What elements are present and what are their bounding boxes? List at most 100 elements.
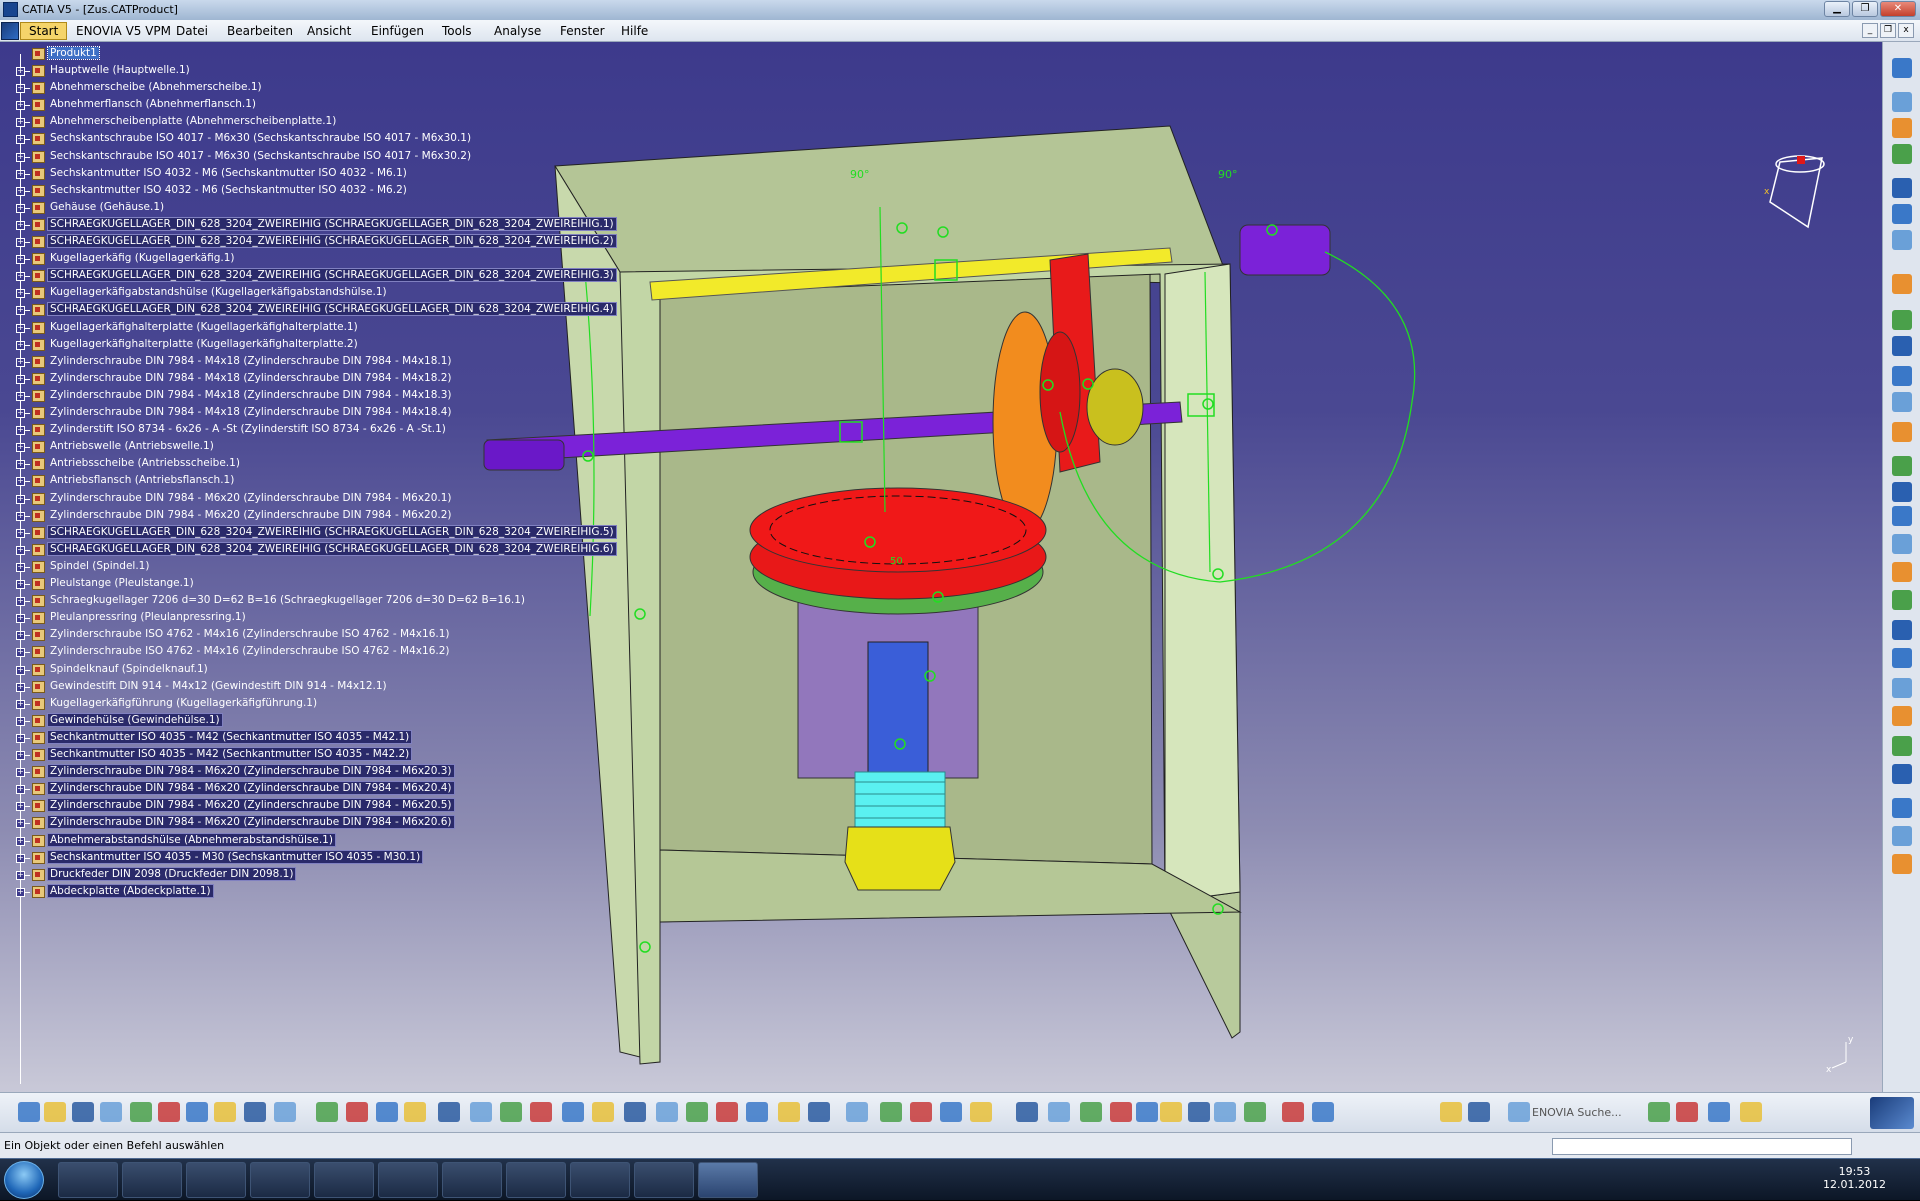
tool-icon[interactable] (1892, 310, 1912, 330)
expand-icon[interactable]: + (16, 67, 25, 76)
title-bar[interactable]: CATIA V5 - [Zus.CATProduct] ▁ ❐ ✕ (0, 0, 1920, 20)
tool-icon[interactable] (1892, 118, 1912, 138)
taskbar-app-10[interactable] (634, 1162, 694, 1198)
toolbar-icon[interactable] (1016, 1102, 1038, 1122)
expand-icon[interactable]: + (16, 152, 25, 162)
toolbar-icon[interactable] (1676, 1102, 1698, 1122)
toolbar-icon[interactable] (562, 1102, 584, 1122)
doc-close-button[interactable]: x (1898, 23, 1914, 38)
tool-icon[interactable] (1892, 58, 1912, 78)
toolbar-icon[interactable] (1214, 1102, 1236, 1122)
taskbar-app-8[interactable] (506, 1162, 566, 1198)
taskbar-app-7[interactable] (442, 1162, 502, 1198)
toolbar-icon[interactable] (130, 1102, 152, 1122)
expand-icon[interactable]: + (16, 84, 25, 94)
expand-icon[interactable]: + (16, 238, 25, 247)
tool-icon[interactable] (1892, 482, 1912, 502)
toolbar-icon[interactable] (100, 1102, 122, 1122)
expand-icon[interactable]: + (16, 220, 25, 230)
doc-minimize-button[interactable]: _ (1862, 23, 1878, 38)
toolbar-icon[interactable] (1708, 1102, 1730, 1122)
toolbar-icon[interactable] (316, 1102, 338, 1122)
toolbar-icon[interactable] (1312, 1102, 1334, 1122)
compass-widget[interactable]: x (1764, 155, 1825, 229)
toolbar-icon[interactable] (346, 1102, 368, 1122)
toolbar-icon[interactable] (44, 1102, 66, 1122)
expand-icon[interactable]: + (16, 443, 25, 453)
minimize-button[interactable]: ▁ (1824, 1, 1850, 17)
taskbar-app-6[interactable] (378, 1162, 438, 1198)
tool-icon[interactable] (1892, 392, 1912, 412)
tool-icon[interactable] (1892, 534, 1912, 554)
menu-start[interactable]: Start (20, 22, 68, 40)
toolbar-icon[interactable] (778, 1102, 800, 1122)
taskbar-app-4[interactable] (250, 1162, 310, 1198)
toolbar-icon[interactable] (970, 1102, 992, 1122)
toolbar-icon[interactable] (1188, 1102, 1210, 1122)
taskbar-explorer[interactable] (122, 1162, 182, 1198)
expand-icon[interactable]: + (16, 255, 25, 265)
toolbar-icon[interactable] (624, 1102, 646, 1122)
expand-icon[interactable]: + (16, 751, 25, 760)
catia-app-icon[interactable] (3, 2, 18, 17)
toolbar-icon[interactable] (404, 1102, 426, 1122)
taskbar-media[interactable] (186, 1162, 246, 1198)
enovia-search-label[interactable]: ENOVIA Suche... (1532, 1106, 1622, 1119)
expand-icon[interactable]: + (16, 785, 25, 795)
tool-icon[interactable] (1892, 764, 1912, 784)
toolbar-icon[interactable] (376, 1102, 398, 1122)
menu-analyse[interactable]: Analyse (494, 24, 541, 38)
menu-bearbeiten[interactable]: Bearbeiten (227, 24, 293, 38)
toolbar-icon[interactable] (1136, 1102, 1158, 1122)
toolbar-icon[interactable] (940, 1102, 962, 1122)
expand-icon[interactable]: + (16, 853, 25, 863)
angle-label-2[interactable]: 90° (1218, 168, 1238, 181)
toolbar-icon[interactable] (1160, 1102, 1182, 1122)
toolbar-icon[interactable] (592, 1102, 614, 1122)
toolbar-icon[interactable] (500, 1102, 522, 1122)
expand-icon[interactable]: + (16, 887, 25, 897)
expand-icon[interactable]: + (16, 357, 25, 367)
expand-icon[interactable]: + (16, 580, 25, 589)
start-button[interactable] (4, 1161, 44, 1199)
angle-label-1[interactable]: 90° (850, 168, 870, 181)
expand-icon[interactable]: + (16, 802, 25, 812)
toolbar-icon[interactable] (158, 1102, 180, 1122)
toolbar-icon[interactable] (1440, 1102, 1462, 1122)
toolbar-icon[interactable] (1080, 1102, 1102, 1122)
expand-icon[interactable]: + (16, 494, 25, 504)
toolbar-icon[interactable] (470, 1102, 492, 1122)
menu-einfuegen[interactable]: Einfügen (371, 24, 424, 38)
toolbar-icon[interactable] (274, 1102, 296, 1122)
menu-hilfe[interactable]: Hilfe (621, 24, 648, 38)
tool-icon[interactable] (1892, 706, 1912, 726)
expand-icon[interactable]: + (16, 665, 25, 675)
tool-icon[interactable] (1892, 798, 1912, 818)
toolbar-icon[interactable] (530, 1102, 552, 1122)
tool-icon[interactable] (1892, 506, 1912, 526)
taskbar-app-9[interactable] (570, 1162, 630, 1198)
menu-enovia[interactable]: ENOVIA V5 VPM (76, 24, 171, 38)
toolbar-icon[interactable] (438, 1102, 460, 1122)
expand-icon[interactable]: + (16, 768, 25, 778)
restore-button[interactable]: ❐ (1852, 1, 1878, 17)
taskbar-app-1[interactable] (58, 1162, 118, 1198)
command-input[interactable] (1552, 1138, 1852, 1155)
expand-icon[interactable]: + (16, 716, 25, 726)
tool-icon[interactable] (1892, 366, 1912, 386)
menu-datei[interactable]: Datei (176, 24, 208, 38)
tool-icon[interactable] (1892, 590, 1912, 610)
expand-icon[interactable]: + (16, 648, 25, 658)
expand-icon[interactable]: + (16, 631, 25, 641)
expand-icon[interactable]: + (16, 306, 25, 316)
tool-icon[interactable] (1892, 274, 1912, 294)
tool-icon[interactable] (1892, 854, 1912, 874)
close-button[interactable]: ✕ (1880, 1, 1916, 17)
expand-icon[interactable]: + (16, 528, 25, 538)
expand-icon[interactable]: + (16, 272, 25, 282)
expand-icon[interactable]: + (16, 101, 25, 111)
expand-icon[interactable]: + (16, 374, 25, 384)
menu-ansicht[interactable]: Ansicht (307, 24, 351, 38)
tool-icon[interactable] (1892, 92, 1912, 112)
expand-icon[interactable]: + (16, 562, 25, 572)
